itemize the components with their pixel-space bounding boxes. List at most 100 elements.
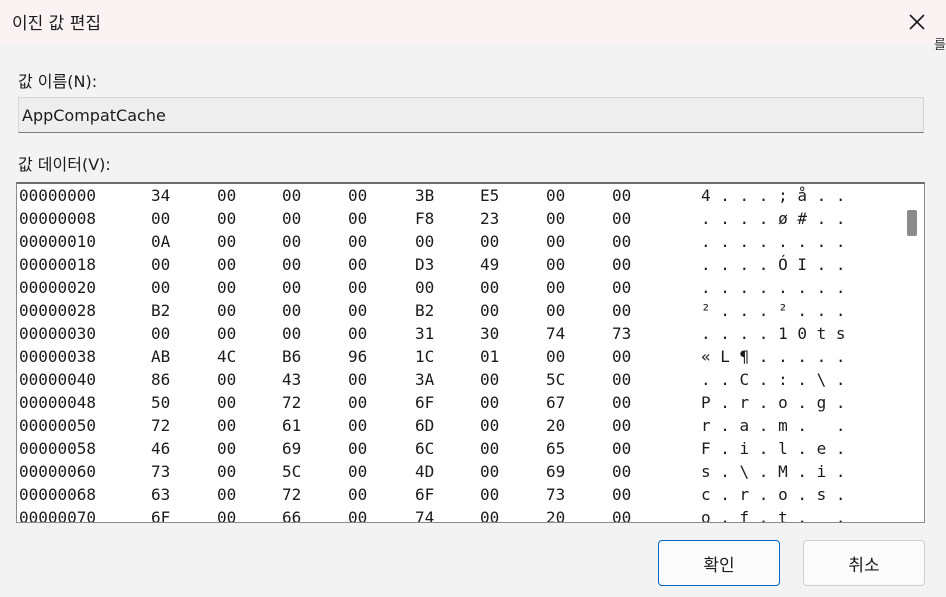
hex-byte[interactable]: 00: [612, 255, 631, 274]
hex-byte[interactable]: 50: [151, 393, 170, 412]
hex-byte[interactable]: 69: [282, 439, 301, 458]
hex-byte[interactable]: 67: [546, 393, 565, 412]
hex-row-ascii[interactable]: . . C . : . \ .: [701, 370, 846, 389]
hex-byte[interactable]: 6C: [415, 439, 434, 458]
hex-byte[interactable]: 00: [151, 278, 170, 297]
hex-byte[interactable]: 6F: [151, 508, 170, 522]
hex-byte[interactable]: 00: [282, 301, 301, 320]
hex-row-ascii[interactable]: s . \ . M . i .: [701, 462, 846, 481]
hex-byte[interactable]: 00: [546, 301, 565, 320]
hex-byte[interactable]: 00: [348, 416, 367, 435]
hex-row-ascii[interactable]: . . . . Ó I . .: [701, 255, 846, 274]
hex-byte[interactable]: 00: [217, 255, 236, 274]
hex-byte[interactable]: 00: [217, 416, 236, 435]
hex-byte[interactable]: E5: [480, 186, 499, 205]
hex-byte[interactable]: 00: [151, 255, 170, 274]
hex-byte[interactable]: 00: [217, 186, 236, 205]
hex-byte[interactable]: 00: [282, 278, 301, 297]
hex-byte[interactable]: 00: [612, 416, 631, 435]
hex-byte[interactable]: 00: [480, 439, 499, 458]
hex-byte[interactable]: 74: [415, 508, 434, 522]
close-button[interactable]: [900, 6, 934, 38]
hex-byte[interactable]: 00: [480, 232, 499, 251]
hex-byte[interactable]: 00: [612, 186, 631, 205]
hex-byte[interactable]: 20: [546, 416, 565, 435]
hex-byte[interactable]: 00: [282, 232, 301, 251]
hex-byte[interactable]: 00: [348, 462, 367, 481]
hex-byte[interactable]: 5C: [546, 370, 565, 389]
hex-byte[interactable]: 00: [612, 301, 631, 320]
hex-byte[interactable]: AB: [151, 347, 170, 366]
hex-byte[interactable]: 00: [348, 209, 367, 228]
scrollbar-thumb[interactable]: [907, 210, 917, 236]
hex-byte[interactable]: 4D: [415, 462, 434, 481]
hex-byte[interactable]: 73: [151, 462, 170, 481]
hex-byte[interactable]: 00: [348, 301, 367, 320]
hex-byte[interactable]: 00: [546, 232, 565, 251]
hex-byte[interactable]: 6F: [415, 393, 434, 412]
hex-byte[interactable]: 00: [480, 301, 499, 320]
hex-byte[interactable]: 00: [282, 255, 301, 274]
hex-byte[interactable]: 00: [480, 485, 499, 504]
hex-byte[interactable]: 74: [546, 324, 565, 343]
hex-byte[interactable]: 00: [348, 508, 367, 522]
hex-byte[interactable]: 49: [480, 255, 499, 274]
hex-byte[interactable]: 00: [612, 278, 631, 297]
value-name-field[interactable]: AppCompatCache: [18, 97, 924, 133]
hex-byte[interactable]: 30: [480, 324, 499, 343]
hex-byte[interactable]: 00: [282, 324, 301, 343]
hex-byte[interactable]: 00: [151, 209, 170, 228]
hex-byte[interactable]: 00: [217, 370, 236, 389]
hex-row-ascii[interactable]: P . r . o . g .: [701, 393, 846, 412]
ok-button[interactable]: 확인: [658, 540, 780, 586]
hex-byte[interactable]: 00: [217, 508, 236, 522]
hex-byte[interactable]: 3B: [415, 186, 434, 205]
hex-byte[interactable]: 00: [282, 186, 301, 205]
hex-byte[interactable]: 00: [348, 278, 367, 297]
hex-byte[interactable]: B6: [282, 347, 301, 366]
hex-byte[interactable]: 31: [415, 324, 434, 343]
hex-row-ascii[interactable]: r . a . m . .: [701, 416, 846, 435]
hex-row-ascii[interactable]: . . . . ø # . .: [701, 209, 846, 228]
hex-byte[interactable]: 00: [217, 301, 236, 320]
hex-byte[interactable]: 00: [217, 324, 236, 343]
hex-byte[interactable]: 34: [151, 186, 170, 205]
hex-byte[interactable]: 00: [415, 232, 434, 251]
hex-editor[interactable]: 00000000 34 00 00 00 3B E5 00 00 4 . . . ; å . .0…: [16, 182, 925, 523]
hex-byte[interactable]: 00: [546, 278, 565, 297]
hex-byte[interactable]: 00: [217, 439, 236, 458]
hex-byte[interactable]: 6D: [415, 416, 434, 435]
hex-byte[interactable]: 00: [217, 485, 236, 504]
hex-byte[interactable]: B2: [151, 301, 170, 320]
hex-byte[interactable]: 00: [612, 232, 631, 251]
hex-byte[interactable]: 86: [151, 370, 170, 389]
hex-byte[interactable]: 72: [282, 393, 301, 412]
hex-byte[interactable]: 00: [217, 393, 236, 412]
hex-byte[interactable]: 72: [151, 416, 170, 435]
hex-byte[interactable]: 00: [282, 209, 301, 228]
hex-row-ascii[interactable]: ² . . . ² . . .: [701, 301, 846, 320]
hex-row-ascii[interactable]: . . . . . . . .: [701, 278, 846, 297]
hex-byte[interactable]: D3: [415, 255, 434, 274]
vertical-scrollbar[interactable]: [900, 184, 924, 522]
hex-byte[interactable]: 00: [217, 278, 236, 297]
hex-byte[interactable]: 00: [612, 370, 631, 389]
hex-byte[interactable]: 46: [151, 439, 170, 458]
hex-byte[interactable]: 00: [612, 485, 631, 504]
hex-byte[interactable]: 73: [612, 324, 631, 343]
hex-byte[interactable]: 00: [348, 393, 367, 412]
hex-byte[interactable]: 0A: [151, 232, 170, 251]
hex-byte[interactable]: 00: [546, 347, 565, 366]
hex-byte[interactable]: 72: [282, 485, 301, 504]
hex-byte[interactable]: 63: [151, 485, 170, 504]
hex-byte[interactable]: 00: [612, 462, 631, 481]
hex-byte[interactable]: 00: [546, 255, 565, 274]
cancel-button[interactable]: 취소: [803, 540, 925, 586]
hex-byte[interactable]: 69: [546, 462, 565, 481]
hex-row-ascii[interactable]: « L ¶ . . . . .: [701, 347, 846, 366]
hex-byte[interactable]: 00: [480, 416, 499, 435]
hex-byte[interactable]: 3A: [415, 370, 434, 389]
hex-byte[interactable]: 23: [480, 209, 499, 228]
hex-byte[interactable]: 00: [415, 278, 434, 297]
hex-byte[interactable]: B2: [415, 301, 434, 320]
